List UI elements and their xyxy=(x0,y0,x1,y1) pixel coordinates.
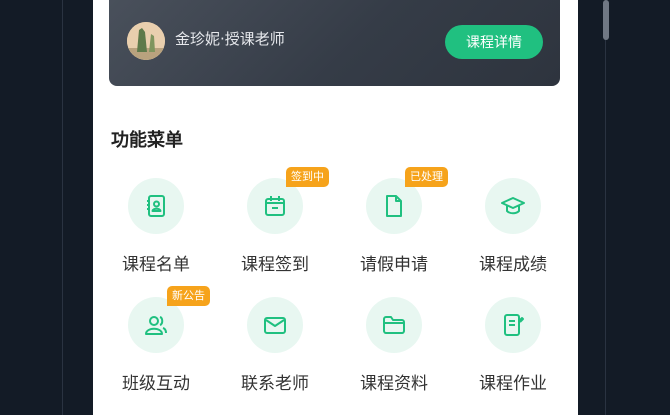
roster-icon xyxy=(128,178,184,234)
menu-label: 课程签到 xyxy=(241,255,309,275)
menu-item-course-homework[interactable]: 课程作业 xyxy=(458,297,568,407)
menu-label: 请假申请 xyxy=(360,255,428,275)
menu-item-course-materials[interactable]: 课程资料 xyxy=(339,297,449,407)
phone-screen: 金珍妮·授课老师 课程详情 功能菜单 课程名单 签到中 课程签到 已处理 请假申… xyxy=(93,0,578,415)
menu-label: 联系老师 xyxy=(241,374,309,394)
menu-label: 课程名单 xyxy=(122,255,190,275)
avatar xyxy=(127,22,165,60)
course-card: 金珍妮·授课老师 课程详情 xyxy=(109,0,560,86)
menu-label: 课程作业 xyxy=(479,374,547,394)
menu-item-class-interaction[interactable]: 新公告 班级互动 xyxy=(101,286,211,407)
menu-label: 班级互动 xyxy=(122,374,190,394)
backdrop-divider-left xyxy=(62,0,63,415)
status-badge: 已处理 xyxy=(405,167,448,187)
teacher-name: 金珍妮·授课老师 xyxy=(175,30,285,48)
status-badge: 签到中 xyxy=(286,167,329,187)
backdrop-divider-right xyxy=(605,0,606,415)
menu-label: 课程成绩 xyxy=(479,255,547,275)
scrollbar[interactable] xyxy=(603,0,609,40)
status-badge: 新公告 xyxy=(167,286,210,306)
section-title: 功能菜单 xyxy=(111,130,183,151)
menu-label: 课程资料 xyxy=(360,374,428,394)
menu-item-contact-teacher[interactable]: 联系老师 xyxy=(220,297,330,407)
course-detail-button[interactable]: 课程详情 xyxy=(445,25,543,59)
mail-icon xyxy=(247,297,303,353)
folder-icon xyxy=(366,297,422,353)
menu-item-course-checkin[interactable]: 签到中 课程签到 xyxy=(220,167,330,288)
menu-item-course-roster[interactable]: 课程名单 xyxy=(101,178,211,288)
homework-icon xyxy=(485,297,541,353)
menu-item-leave-request[interactable]: 已处理 请假申请 xyxy=(339,167,449,288)
menu-item-course-grades[interactable]: 课程成绩 xyxy=(458,178,568,288)
graduation-cap-icon xyxy=(485,178,541,234)
